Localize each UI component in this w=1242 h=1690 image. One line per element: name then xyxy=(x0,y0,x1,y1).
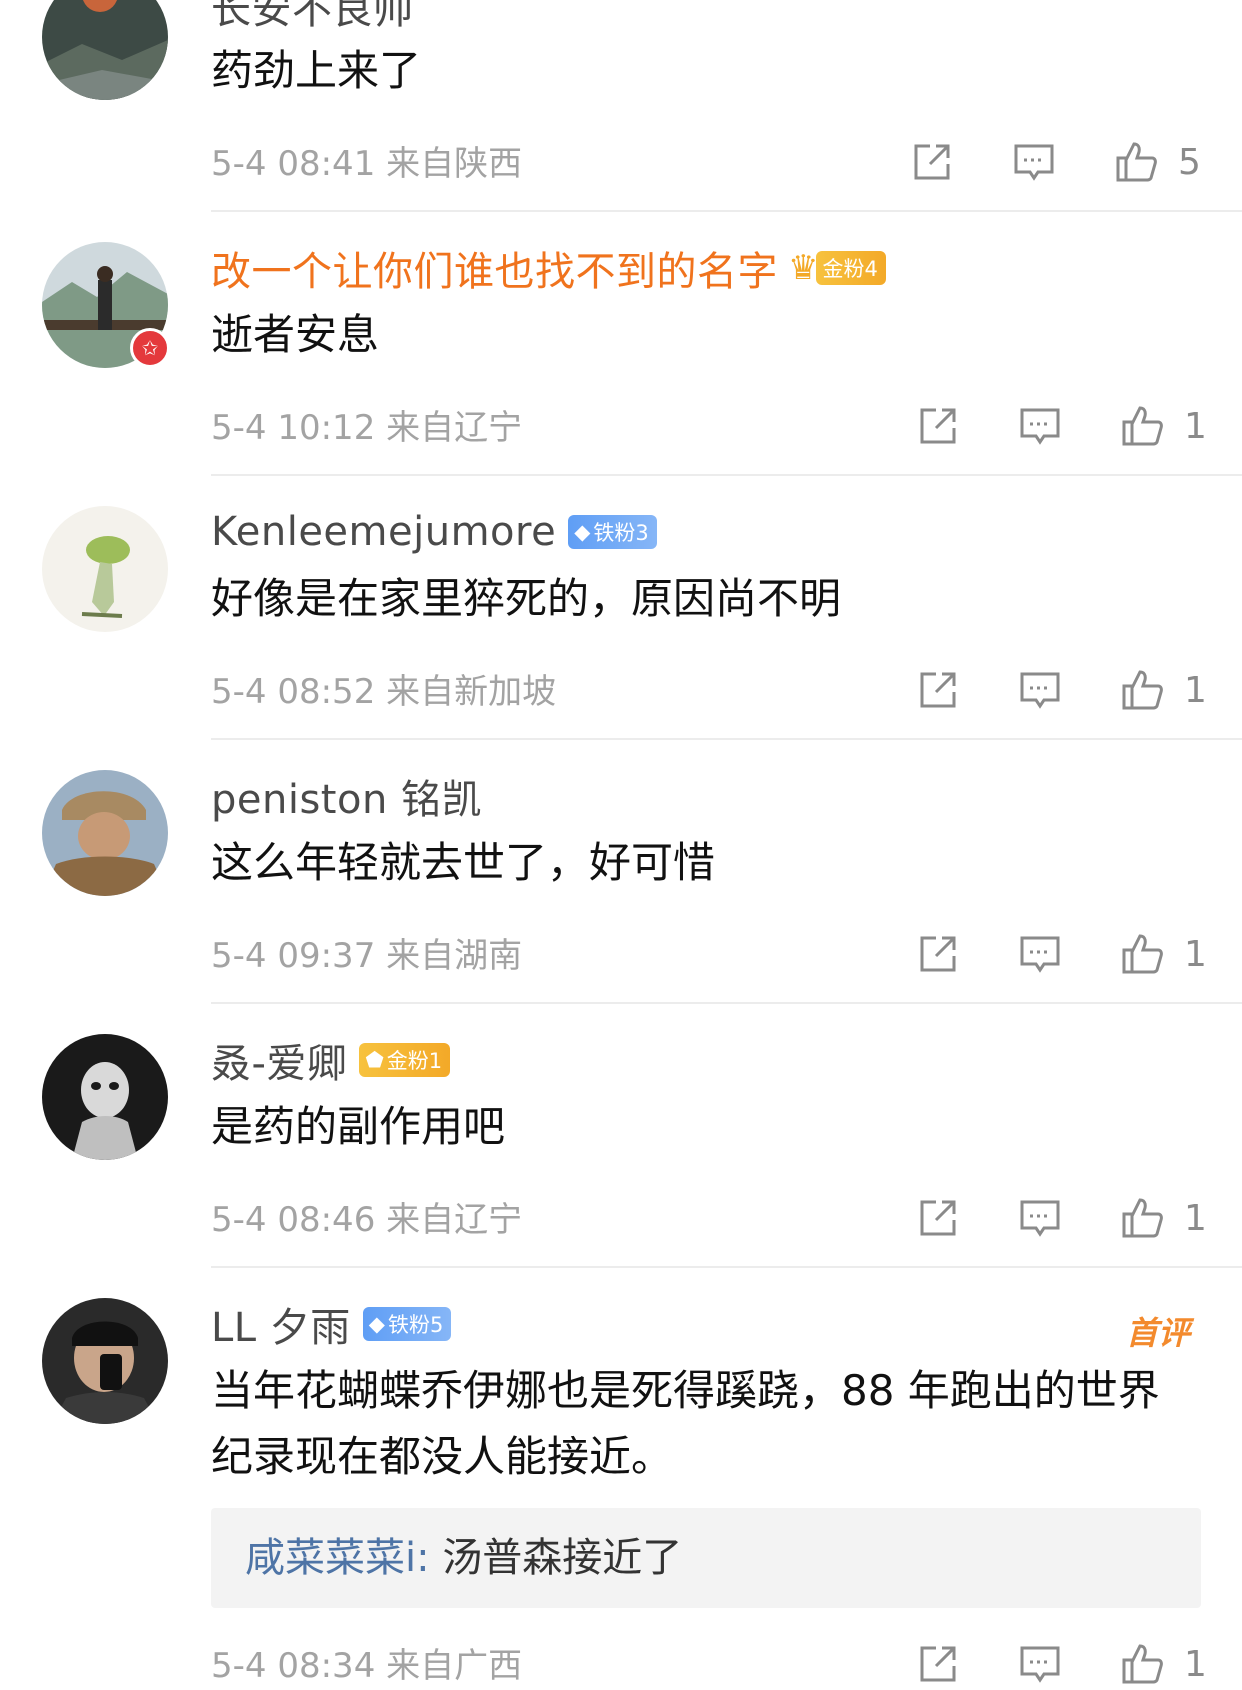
diamond-icon: ◆ xyxy=(574,520,591,544)
like-count: 1 xyxy=(1184,1643,1207,1685)
comment-text: 当年花蝴蝶乔伊娜也是死得蹊跷，88 年跑出的世界纪录现在都没人能接近。 xyxy=(211,1366,1160,1481)
avatar[interactable] xyxy=(42,770,168,896)
avatar[interactable] xyxy=(42,0,168,100)
comment-actions: 1 xyxy=(914,664,1207,716)
like-icon[interactable] xyxy=(1118,1194,1166,1242)
like-count: 1 xyxy=(1184,405,1207,447)
comment-location: 来自辽宁 xyxy=(386,1200,523,1240)
comment-text: 好像是在家里猝死的，原因尚不明 xyxy=(211,574,842,623)
fan-badge: ◆ 铁粉3 xyxy=(568,515,657,549)
share-icon[interactable] xyxy=(914,402,962,450)
username[interactable]: 叒-爱卿 xyxy=(211,1031,347,1089)
like-icon[interactable] xyxy=(1118,1640,1166,1688)
comment-location: 来自陕西 xyxy=(386,144,523,184)
username[interactable]: 长安不良帅 xyxy=(211,0,414,35)
like-icon[interactable] xyxy=(1112,138,1160,186)
gem-icon: ⬟ xyxy=(365,1048,384,1072)
comment-icon[interactable] xyxy=(1016,1194,1064,1242)
comment-date: 5-4 08:46 xyxy=(211,1200,376,1240)
username-row: Kenleemejumore ◆ 铁粉3 xyxy=(211,506,657,558)
comment-text: 逝者安息 xyxy=(211,310,380,359)
comment-meta: 5-4 08:41 来自陕西 xyxy=(211,136,522,185)
like-icon[interactable] xyxy=(1118,930,1166,978)
reply-text: 汤普森接近了 xyxy=(429,1535,683,1581)
fan-badge-label: 铁粉5 xyxy=(387,1313,444,1337)
comment-meta: 5-4 08:46 来自辽宁 xyxy=(211,1192,522,1241)
username-row: 叒-爱卿 ⬟ 金粉1 xyxy=(211,1031,451,1089)
reply-username[interactable]: 咸菜菜菜i: xyxy=(245,1535,430,1581)
like-count: 1 xyxy=(1184,1197,1207,1239)
comment-location: 来自广西 xyxy=(386,1646,523,1686)
comment-meta: 5-4 09:37 来自湖南 xyxy=(211,928,522,977)
comment-date: 5-4 08:41 xyxy=(211,144,376,184)
comment-feed: 长安不良帅 药劲上来了 5-4 08:41 来自陕西 5 ✩ 改一个让你们谁也找… xyxy=(0,0,1242,1686)
comment-icon[interactable] xyxy=(1016,402,1064,450)
divider xyxy=(211,474,1242,476)
avatar[interactable] xyxy=(42,1298,168,1424)
divider xyxy=(211,738,1242,740)
fan-badge: 金粉4 xyxy=(816,251,886,285)
username[interactable]: Kenleemejumore xyxy=(211,509,556,555)
comment-date: 5-4 08:34 xyxy=(211,1646,376,1686)
reply-preview[interactable]: 咸菜菜菜i: 汤普森接近了 xyxy=(211,1508,1201,1608)
divider xyxy=(211,1266,1242,1268)
avatar[interactable] xyxy=(42,506,168,632)
fan-badge-label: 金粉1 xyxy=(386,1049,443,1073)
comment-text: 药劲上来了 xyxy=(211,46,422,95)
username[interactable]: LL 夕雨 xyxy=(211,1295,351,1353)
crown-icon: ♛ xyxy=(788,248,819,288)
verified-badge: ✩ xyxy=(130,328,170,368)
username-row: LL 夕雨 ◆ 铁粉5 xyxy=(211,1295,452,1353)
diamond-icon: ◆ xyxy=(368,1312,385,1336)
comment-date: 5-4 09:37 xyxy=(211,936,376,976)
comment-icon[interactable] xyxy=(1010,138,1058,186)
username-row: 改一个让你们谁也找不到的名字 ♛ 金粉4 xyxy=(211,239,886,297)
comment-text: 是药的副作用吧 xyxy=(211,1102,506,1151)
comment-actions: 1 xyxy=(914,1638,1207,1690)
share-icon[interactable] xyxy=(914,930,962,978)
comment-location: 来自新加坡 xyxy=(386,672,557,712)
comment-meta: 5-4 08:34 来自广西 xyxy=(211,1638,522,1687)
like-count: 1 xyxy=(1184,933,1207,975)
comment-date: 5-4 08:52 xyxy=(211,672,376,712)
share-icon[interactable] xyxy=(914,666,962,714)
comment-text: 这么年轻就去世了，好可惜 xyxy=(211,838,716,887)
fan-badge: ◆ 铁粉5 xyxy=(362,1307,452,1341)
like-icon[interactable] xyxy=(1118,666,1166,714)
comment-icon[interactable] xyxy=(1016,666,1064,714)
divider xyxy=(211,1002,1242,1004)
share-icon[interactable] xyxy=(914,1194,962,1242)
comment-actions: 1 xyxy=(914,1192,1207,1244)
username-row: peniston 铭凯 xyxy=(211,767,482,825)
avatar[interactable] xyxy=(42,1034,168,1160)
comment-meta: 5-4 10:12 来自辽宁 xyxy=(211,400,522,449)
share-icon[interactable] xyxy=(908,138,956,186)
username[interactable]: peniston 铭凯 xyxy=(211,767,482,825)
comment-icon[interactable] xyxy=(1016,1640,1064,1688)
like-icon[interactable] xyxy=(1118,402,1166,450)
comment-actions: 5 xyxy=(908,136,1201,188)
comment-location: 来自辽宁 xyxy=(386,408,523,448)
comment-date: 5-4 10:12 xyxy=(211,408,376,448)
first-comment-tag: 首评 xyxy=(1125,1314,1190,1352)
comment-icon[interactable] xyxy=(1016,930,1064,978)
fan-badge: ⬟ 金粉1 xyxy=(359,1043,451,1077)
comment-meta: 5-4 08:52 来自新加坡 xyxy=(211,664,556,713)
comment-actions: 1 xyxy=(914,928,1207,980)
comment-location: 来自湖南 xyxy=(386,936,523,976)
username-row: 长安不良帅 xyxy=(211,0,414,35)
comment-actions: 1 xyxy=(914,400,1207,452)
like-count: 5 xyxy=(1178,141,1201,183)
divider xyxy=(211,210,1242,212)
share-icon[interactable] xyxy=(914,1640,962,1688)
like-count: 1 xyxy=(1184,669,1207,711)
fan-badge-label: 铁粉3 xyxy=(593,521,649,545)
username[interactable]: 改一个让你们谁也找不到的名字 xyxy=(211,239,778,297)
